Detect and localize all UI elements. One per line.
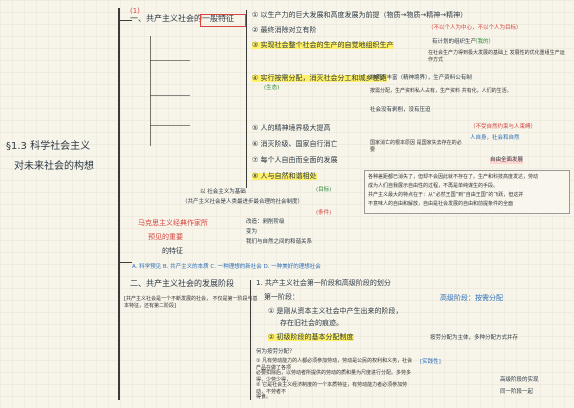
green-tag-1: (生态) (264, 85, 280, 91)
s2-advanced: 高级阶段：按需分配 (440, 294, 503, 302)
tag-mine: （我的） (472, 39, 495, 45)
paragraph-box: 各种差距都已消失了，但却不会因此就不存在了。生产和科技高度发达，劳动 成为人们自… (364, 170, 570, 214)
s2-tag: [实践性] (420, 359, 441, 365)
para-line-4: 不意味人的自由和解放，自由是社会发展的自由和前提条件的全面 (368, 201, 514, 207)
note-bracket2: 社会没有剥削，没有压迫 (370, 107, 431, 113)
section1-bracket (246, 10, 248, 188)
mindmap-branch-2 (150, 95, 190, 96)
note-right-top2: 有计划的组织生产 (432, 39, 477, 45)
middle-note-6: 我们与自然之间的和谐关系 (246, 239, 313, 245)
mindmap-branch-3 (150, 125, 190, 126)
s1-item-6: ⑥ 消灭阶级、国家自行消亡 (252, 140, 338, 148)
section2-bracket-note: [共产主义社会是一个不断发展的社会， 不仅是第一阶段与基本特征，还有第二阶段] (124, 296, 258, 309)
green-tag-3: (条件) (316, 210, 332, 216)
s2-end-2: 同一阶段一起 (500, 389, 534, 395)
s1-item-4: ④ 实行按需分配，消灭社会分工和城乡差距 (252, 74, 387, 82)
bottom-title: 何为按劳分配？ (256, 349, 295, 355)
s1-item-7: ⑦ 每个人自由而全面的发展 (252, 156, 338, 164)
s2-distribution: 按劳分配为主体，多种分配方式并存 (430, 335, 519, 341)
main-title-line2: 对未来社会的构想 (14, 161, 94, 172)
s2-item-4: 存在旧社会的痕迹。 (280, 319, 343, 327)
s2-item-2: 第一阶段： (264, 293, 299, 301)
middle-note-2: （共产主义社会是人类最进步最合理的社会制度） (182, 199, 304, 205)
main-title-line1: §1.3 科学社会主义 (6, 141, 91, 152)
note-material: 物质大丰富（精神境界），生产资料公有制 (370, 75, 472, 81)
note-right-top3: 在社会生产力得到极大发展的基础上 发展性的优化重组生产运作方式 (428, 50, 565, 63)
green-tag-2: (目标) (316, 187, 332, 193)
quiz-line: A. 科学预见 B. 共产主义的本质 C. 一种理想的新社会 D. 一种美好的理… (132, 264, 321, 270)
s2-item-3: ① 是刚从资本主义社会中产生出来的阶段， (268, 307, 403, 315)
mindmap-branch-1 (150, 60, 190, 61)
section1-header-box (200, 14, 246, 27)
para-line-1: 各种差距都已消失了，但却不会因此就不存在了。生产和科技高度发达，劳动 (368, 174, 539, 180)
s1-item-1: ① 以生产力的巨大发展和高度发展为前提（物质→物质→精神→精神） (252, 11, 468, 19)
s1-item-5: ⑤ 人的精神境界极大提高 (252, 124, 331, 132)
middle-note-5: 变为 (246, 229, 258, 235)
left-red-1: 马克思主义经典作家所 (138, 219, 208, 227)
para-line-2: 成为人们自我展示自由性的过程，不再是单纯谋生的手段。 (368, 183, 499, 189)
section2-header: 二、共产主义社会的发展阶段 (130, 279, 234, 288)
middle-note-1: 以 社会主义为基础 (200, 189, 246, 195)
s2-item-1: 1. 共产主义社会第一阶段和高级阶段的划分 (256, 279, 391, 287)
para-line-3: 共产主义最大的特点在于：从“必然王国”到“自由王国”的飞跃，但这并 (368, 192, 524, 198)
left-red-2: 预见的重要 (148, 233, 183, 241)
note-bracket1: 按需分配，生产资料私人占有，生产资料 共有化，人们的生活。 (370, 88, 512, 94)
note-blue: 国家消亡的根本原因 是国家失去存在的必要 (370, 140, 462, 153)
note-pink: 自由全面发展 (490, 157, 524, 164)
mindmap-trunk (150, 36, 151, 146)
s1-item-2: ② 最终消除对立有阶 (252, 26, 317, 34)
section2-bracket (250, 280, 252, 400)
bottom-line-4: 得食。 (256, 394, 272, 400)
s2-item-5: ② 初级阶段的基本分配制度 (268, 333, 354, 341)
left-red-3: 的特征 (162, 247, 183, 255)
left-divider (118, 8, 120, 400)
s2-end-1: 高级阶段的实现 (500, 377, 539, 383)
note-right-top: （不以个人为中心，不以个人为目标） (428, 25, 522, 31)
note-right-1: （不受自然约束与人束缚） (470, 124, 537, 130)
middle-note-4: 改造：剥削阶级 (246, 219, 285, 225)
note-right-2: 人自身，社会和自然 (470, 135, 520, 141)
notebook-page: §1.3 科学社会主义 对未来社会的构想 (1) 一、共产主义社会的一般特征 ①… (0, 0, 574, 408)
bracket-bottom (118, 262, 132, 264)
s1-item-3: ③ 实现社会整个社会的生产的自觉地组织生产 (252, 41, 394, 49)
s1-item-8: ⑧ 人与自然和谐相处 (252, 172, 317, 180)
